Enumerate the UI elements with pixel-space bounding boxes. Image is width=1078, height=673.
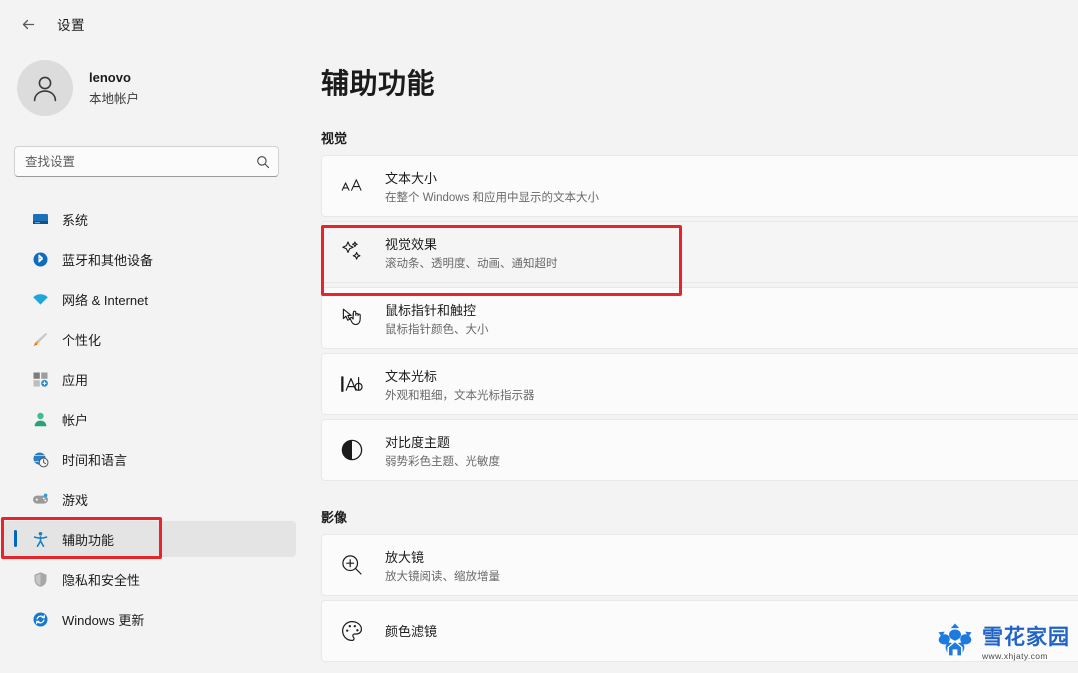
card-title: 鼠标指针和触控 [385,302,477,318]
shield-icon [31,570,49,588]
card-text: 对比度主题 弱势彩色主题、光敏度 [385,432,500,469]
card-text: 文本光标 外观和粗细，文本光标指示器 [385,366,535,403]
sidebar-item-privacy-security[interactable]: 隐私和安全性 [2,561,296,597]
snowflake-house-logo-icon [935,622,975,665]
sidebar-item-personalization[interactable]: 个性化 [2,321,296,357]
sidebar-item-network[interactable]: 网络 & Internet [2,281,296,317]
sidebar-item-label: 系统 [62,212,89,228]
card-text: 文本大小 在整个 Windows 和应用中显示的文本大小 [385,168,599,205]
sidebar-item-system[interactable]: 系统 [2,201,296,237]
app-title: 设置 [57,18,85,33]
main-content: 辅助功能 视觉 文本大小 在整个 Windows 和应用中显示的文本大小 视觉效… [310,48,1078,673]
card-subtitle: 弱势彩色主题、光敏度 [385,455,500,468]
sidebar: lenovo 本地帐户 系统 [0,48,310,673]
card-title: 文本光标 [385,368,438,384]
accessibility-person-icon [31,530,49,548]
sidebar-nav: 系统 蓝牙和其他设备 网络 & Internet 个性化 应用 帐户 时间和语言… [0,201,310,637]
text-size-aa-icon [339,173,365,199]
mouse-pointer-touch-icon [339,305,365,331]
setting-card-magnifier[interactable]: 放大镜 放大镜阅读、缩放增量 [321,534,1078,596]
back-arrow-icon[interactable] [13,9,43,39]
sidebar-item-label: 应用 [62,372,89,388]
setting-card-visual-effects[interactable]: 视觉效果 滚动条、透明度、动画、通知超时 [321,221,1078,283]
sidebar-item-label: 辅助功能 [62,532,115,548]
clock-globe-icon [31,450,49,468]
sidebar-item-accessibility[interactable]: 辅助功能 [2,521,296,557]
page-title: 辅助功能 [321,68,436,99]
card-title: 文本大小 [385,170,438,186]
sidebar-item-label: 隐私和安全性 [62,572,141,588]
setting-card-contrast-themes[interactable]: 对比度主题 弱势彩色主题、光敏度 [321,419,1078,481]
card-title: 对比度主题 [385,434,451,450]
paintbrush-icon [31,330,49,348]
section-cards-visual: 文本大小 在整个 Windows 和应用中显示的文本大小 视觉效果 滚动条、透明… [321,155,1078,481]
window-titlebar: 设置 [0,0,1078,48]
contrast-circle-icon [339,437,365,463]
watermark-text: 雪花家园 www.xhjaty.com [982,627,1070,661]
sidebar-item-accounts[interactable]: 帐户 [2,401,296,437]
sidebar-item-windows-update[interactable]: Windows 更新 [2,601,296,637]
card-text: 视觉效果 滚动条、透明度、动画、通知超时 [385,234,558,271]
card-subtitle: 鼠标指针颜色、大小 [385,323,489,336]
magnifier-plus-icon [339,552,365,578]
wifi-icon [31,290,49,308]
card-title: 颜色滤镜 [385,623,438,639]
watermark-title: 雪花家园 [982,625,1070,649]
card-text: 放大镜 放大镜阅读、缩放增量 [385,547,500,584]
section-heading-vision: 影像 [321,510,348,525]
sidebar-item-label: 网络 & Internet [62,292,148,308]
bluetooth-icon [31,250,49,268]
gamepad-icon [31,490,49,508]
sidebar-item-bluetooth[interactable]: 蓝牙和其他设备 [2,241,296,277]
search-box[interactable] [14,146,279,177]
account-person-icon [31,410,49,428]
sidebar-item-label: 游戏 [62,492,89,508]
update-refresh-icon [31,610,49,628]
setting-card-mouse-pointer-touch[interactable]: 鼠标指针和触控 鼠标指针颜色、大小 [321,287,1078,349]
sidebar-item-apps[interactable]: 应用 [2,361,296,397]
apps-grid-icon [31,370,49,388]
account-block[interactable]: lenovo 本地帐户 [17,60,310,116]
sidebar-item-time-language[interactable]: 时间和语言 [2,441,296,477]
account-text: lenovo 本地帐户 [89,70,139,107]
sidebar-item-label: Windows 更新 [62,612,145,628]
card-title: 放大镜 [385,549,425,565]
search-input[interactable] [14,146,279,177]
sidebar-item-label: 蓝牙和其他设备 [62,252,154,268]
card-title: 视觉效果 [385,236,438,252]
sparkles-icon [339,239,365,265]
setting-card-text-cursor[interactable]: 文本光标 外观和粗细，文本光标指示器 [321,353,1078,415]
card-subtitle: 外观和粗细，文本光标指示器 [385,389,535,402]
section-heading-visual: 视觉 [321,131,348,146]
text-cursor-icon [339,371,365,397]
watermark-url: www.xhjaty.com [982,650,1048,661]
card-text: 颜色滤镜 [385,621,437,642]
settings-window: 设置 lenovo 本地帐户 查找设置 系统 蓝牙和其他设备 网络 & Inte… [0,0,1078,673]
card-subtitle: 放大镜阅读、缩放增量 [385,570,500,583]
sidebar-item-gaming[interactable]: 游戏 [2,481,296,517]
system-monitor-icon [31,210,49,228]
account-type: 本地帐户 [89,91,140,106]
setting-card-text-size[interactable]: 文本大小 在整个 Windows 和应用中显示的文本大小 [321,155,1078,217]
sidebar-item-label: 帐户 [62,412,89,428]
sidebar-item-label: 时间和语言 [62,452,128,468]
card-subtitle: 滚动条、透明度、动画、通知超时 [385,257,558,270]
card-text: 鼠标指针和触控 鼠标指针颜色、大小 [385,300,489,337]
card-subtitle: 在整个 Windows 和应用中显示的文本大小 [385,191,600,204]
watermark: 雪花家园 www.xhjaty.com [935,622,1070,665]
user-avatar-icon [17,60,73,116]
account-name: lenovo [89,69,131,85]
color-filter-palette-icon [339,618,365,644]
sidebar-item-label: 个性化 [62,332,102,348]
